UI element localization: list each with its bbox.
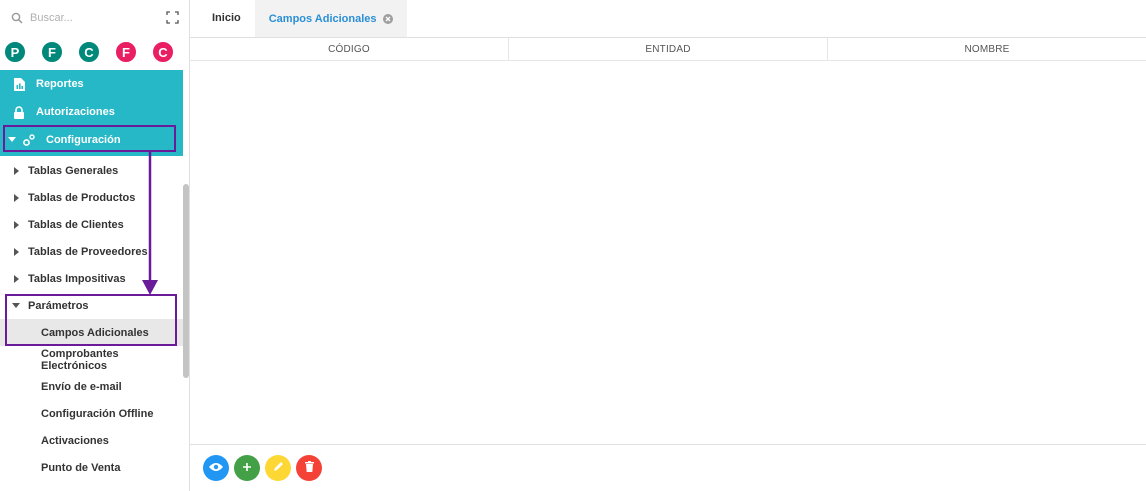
annotation-box-parametros [5,294,177,346]
avatar-p[interactable]: P [4,41,26,63]
sidebar-subitem-punto-venta[interactable]: Punto de Venta [0,454,183,481]
avatar-f-pink[interactable]: F [115,41,137,63]
avatar-row: P F C F C [0,36,189,68]
column-header-codigo[interactable]: CÓDIGO [190,38,509,60]
tab-label: Campos Adicionales [268,12,377,25]
tab-bar: Inicio Campos Adicionales [190,0,1146,38]
sidebar: P F C F C Reportes Autorizaciones [0,0,190,491]
annotation-arrow [142,152,158,295]
avatar-f[interactable]: F [41,41,63,63]
add-button[interactable] [234,455,260,481]
close-icon[interactable] [382,13,393,24]
sidebar-item-reportes[interactable]: Reportes [0,70,183,98]
column-header-nombre[interactable]: NOMBRE [828,38,1146,60]
caret-right-icon [12,193,20,202]
caret-right-icon [12,247,20,256]
tab-label: Inicio [212,12,241,24]
search-input[interactable] [30,12,160,24]
sidebar-item-label: Tablas Generales [28,164,119,177]
plus-icon [242,461,252,475]
caret-right-icon [12,274,20,283]
sidebar-item-label: Reportes [36,78,84,90]
annotation-box-configuracion [3,125,176,152]
caret-right-icon [12,166,20,175]
action-bar [190,444,1146,491]
document-icon [12,77,26,91]
sidebar-item-label: Tablas Impositivas [28,272,126,285]
search-icon [10,11,24,25]
main-content: Inicio Campos Adicionales CÓDIGO ENTIDAD… [190,0,1146,491]
tab-inicio[interactable]: Inicio [198,0,255,37]
tab-campos-adicionales[interactable]: Campos Adicionales [254,0,407,37]
sidebar-item-autorizaciones[interactable]: Autorizaciones [0,98,183,126]
sidebar-scrollbar[interactable] [183,184,189,378]
caret-right-icon [12,220,20,229]
eye-icon [209,461,223,475]
sidebar-subitem-config-offline[interactable]: Configuración Offline [0,400,183,427]
sidebar-item-label: Tablas de Clientes [28,218,124,231]
sidebar-item-label: Tablas de Proveedores [28,245,148,258]
expand-icon[interactable] [166,11,179,24]
sidebar-item-label: Tablas de Productos [28,191,136,204]
column-header-entidad[interactable]: ENTIDAD [509,38,828,60]
avatar-c-pink[interactable]: C [152,41,174,63]
table-header: CÓDIGO ENTIDAD NOMBRE [190,38,1146,61]
edit-button[interactable] [265,455,291,481]
sidebar-subitem-envio-email[interactable]: Envío de e-mail [0,373,183,400]
delete-button[interactable] [296,455,322,481]
trash-icon [304,461,314,475]
sidebar-subitem-activaciones[interactable]: Activaciones [0,427,183,454]
lock-icon [12,105,26,119]
avatar-c[interactable]: C [78,41,100,63]
sidebar-item-label: Autorizaciones [36,106,115,118]
view-button[interactable] [203,455,229,481]
sidebar-subitem-comprobantes[interactable]: Comprobantes Electrónicos [0,346,183,373]
app-window: P F C F C Reportes Autorizaciones [0,0,1146,491]
search-row [0,0,189,36]
pencil-icon [273,461,284,475]
